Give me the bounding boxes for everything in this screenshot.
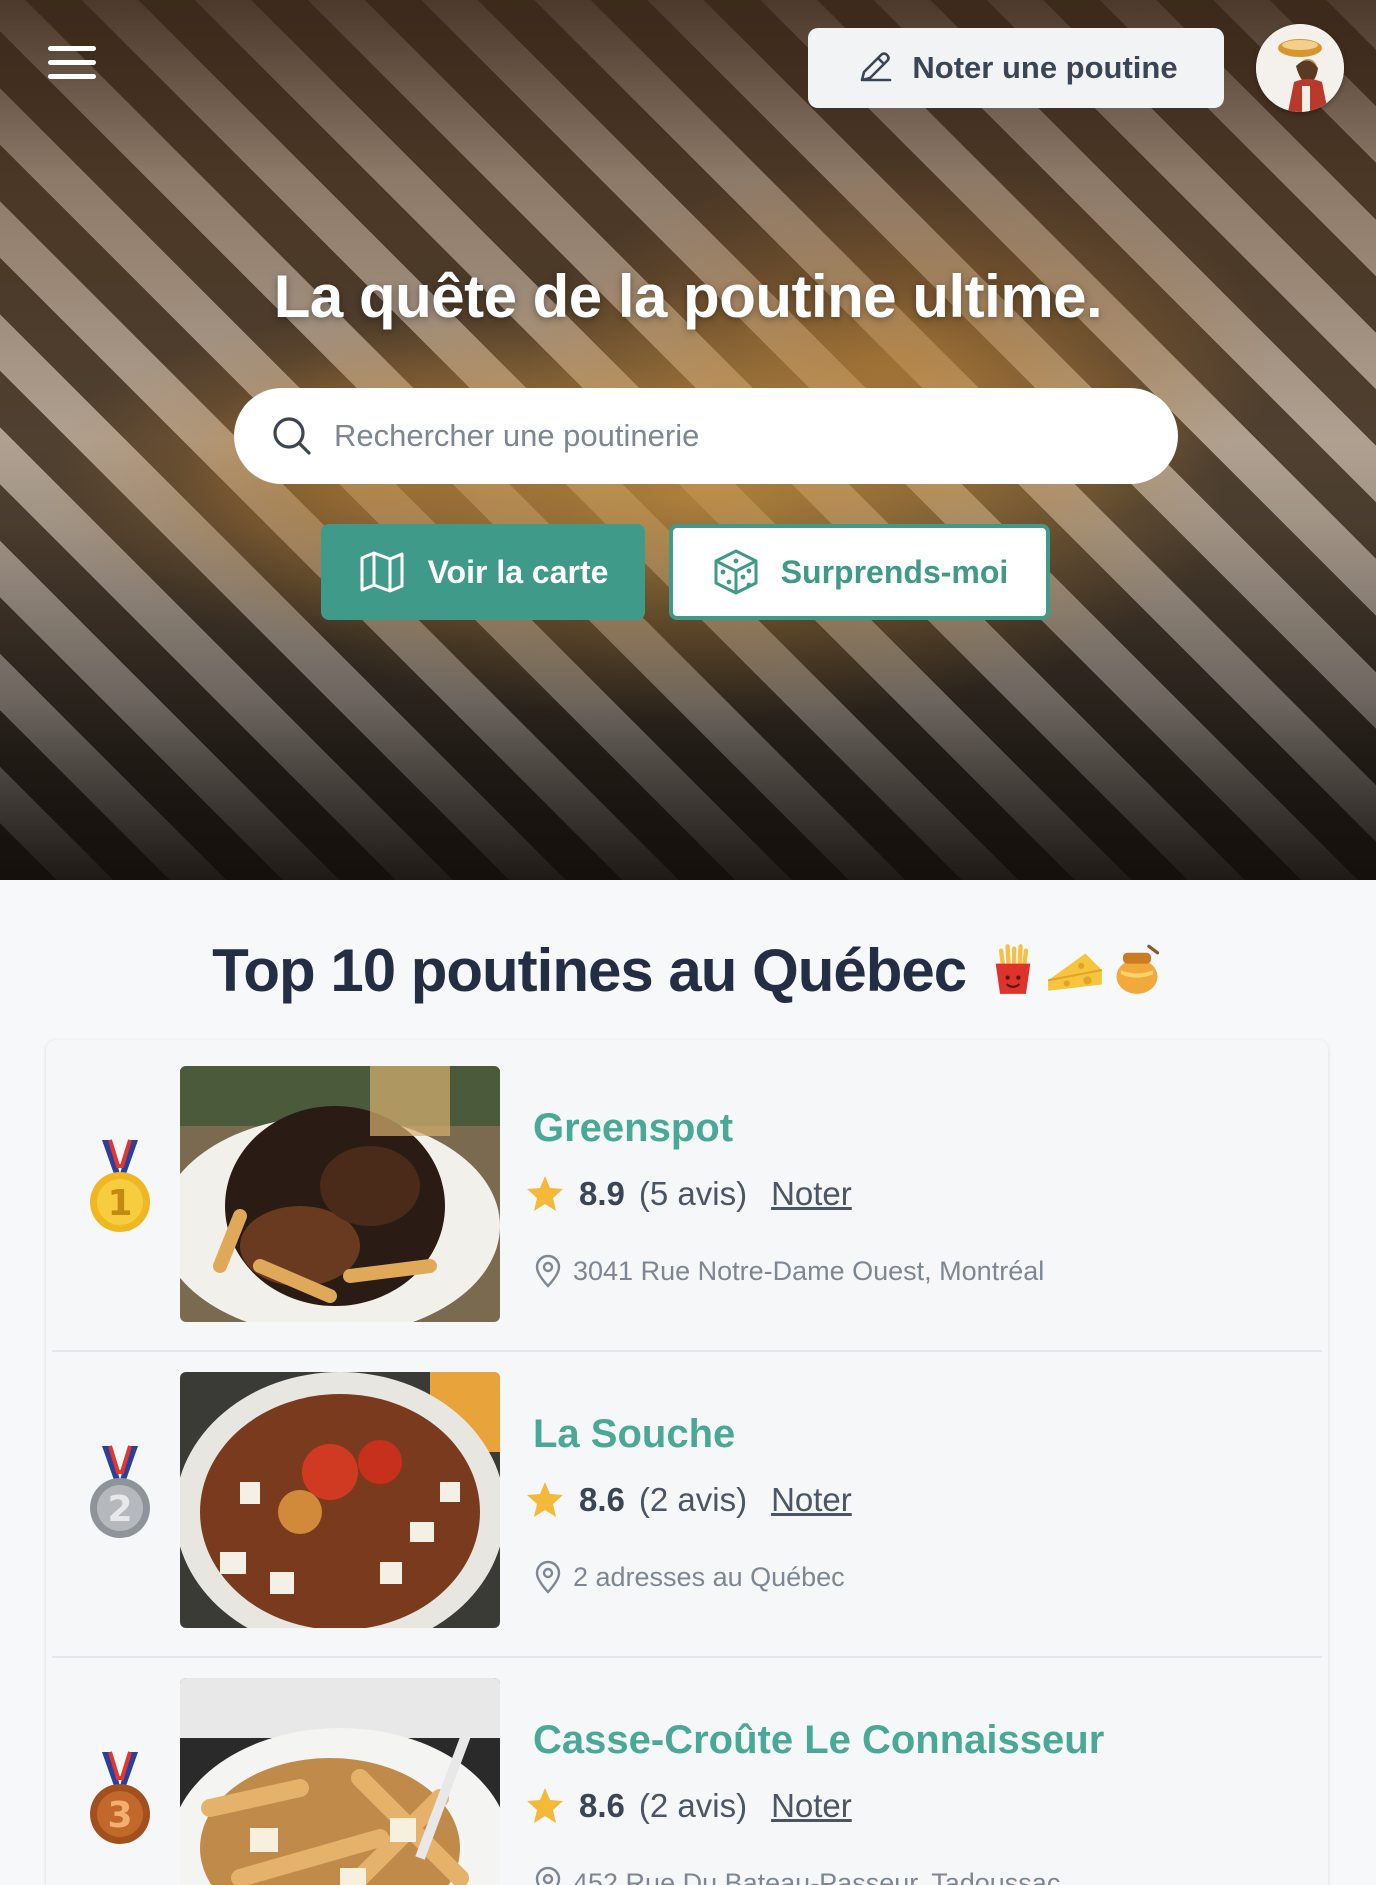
- bronze-medal-icon: 3: [88, 1748, 152, 1848]
- rating-score: 8.9: [579, 1175, 625, 1212]
- ranking-row[interactable]: 1 Greenspot 8.9 (5 avis) Noter 3041 Rue …: [52, 1046, 1322, 1352]
- dice-icon: [714, 549, 758, 595]
- address: 452 Rue Du Bateau-Passeur, Tadoussac: [533, 1866, 1060, 1885]
- top-ranking-list: 1 Greenspot 8.9 (5 avis) Noter 3041 Rue …: [46, 1040, 1328, 1885]
- surprise-me-label: Surprends-moi: [780, 553, 1009, 590]
- rating: 8.6 (2 avis) Noter: [525, 1786, 852, 1826]
- search-input[interactable]: [334, 418, 1134, 454]
- rate-poutine-label: Noter une poutine: [912, 50, 1178, 85]
- rate-link[interactable]: Noter: [771, 1787, 852, 1825]
- svg-text:3: 3: [107, 1795, 132, 1836]
- restaurant-photo[interactable]: [180, 1066, 500, 1322]
- restaurant-name[interactable]: La Souche: [533, 1412, 735, 1457]
- rate-link[interactable]: Noter: [771, 1175, 852, 1213]
- user-avatar[interactable]: [1256, 24, 1344, 112]
- ranking-row[interactable]: 3 Casse-Croûte Le Connaisseur 8.6 (2 avi…: [52, 1658, 1322, 1885]
- search-bar[interactable]: [234, 388, 1178, 484]
- restaurant-photo[interactable]: [180, 1678, 500, 1885]
- pencil-icon: [861, 52, 892, 82]
- review-count: (5 avis): [638, 1175, 748, 1212]
- rate-link[interactable]: Noter: [771, 1481, 852, 1519]
- rating-score: 8.6: [579, 1787, 625, 1824]
- star-icon: [527, 1176, 563, 1211]
- rating-score: 8.6: [579, 1481, 625, 1518]
- location-pin-icon: [535, 1866, 561, 1885]
- rating: 8.9 (5 avis) Noter: [525, 1174, 852, 1214]
- restaurant-name[interactable]: Casse-Croûte Le Connaisseur: [533, 1718, 1104, 1763]
- address-text: 3041 Rue Notre-Dame Ouest, Montréal: [573, 1255, 1045, 1286]
- address-text: 452 Rue Du Bateau-Passeur, Tadoussac: [573, 1867, 1061, 1885]
- location-pin-icon: [535, 1560, 561, 1594]
- rating: 8.6 (2 avis) Noter: [525, 1480, 852, 1520]
- silver-medal-icon: 2: [88, 1442, 152, 1542]
- view-map-label: Voir la carte: [427, 553, 609, 590]
- svg-text:2: 2: [107, 1489, 132, 1530]
- cheese-icon: [1044, 941, 1106, 1010]
- location-pin-icon: [535, 1254, 561, 1288]
- star-icon: [527, 1788, 563, 1823]
- hero-banner: Noter une poutine La quête de la poutine…: [0, 0, 1376, 880]
- view-map-button[interactable]: Voir la carte: [321, 524, 645, 620]
- gold-medal-icon: 1: [88, 1136, 152, 1236]
- restaurant-photo[interactable]: [180, 1372, 500, 1628]
- review-count: (2 avis): [638, 1481, 748, 1518]
- star-icon: [527, 1482, 563, 1517]
- restaurant-name[interactable]: Greenspot: [533, 1106, 733, 1151]
- address: 2 adresses au Québec: [533, 1560, 845, 1594]
- section-title: Top 10 poutines au Québec: [0, 936, 1376, 1010]
- address: 3041 Rue Notre-Dame Ouest, Montréal: [533, 1254, 1044, 1288]
- rate-poutine-button[interactable]: Noter une poutine: [808, 28, 1224, 108]
- map-icon: [360, 551, 404, 593]
- svg-text:1: 1: [107, 1183, 132, 1224]
- search-icon: [273, 417, 311, 455]
- section-title-text: Top 10 poutines au Québec: [212, 937, 967, 1004]
- honey-pot-icon: [1110, 941, 1164, 1010]
- fries-icon: [986, 941, 1040, 1010]
- address-text: 2 adresses au Québec: [573, 1561, 845, 1592]
- hero-title: La quête de la poutine ultime.: [273, 263, 1103, 330]
- hamburger-menu-icon[interactable]: [48, 46, 104, 90]
- surprise-me-button[interactable]: Surprends-moi: [669, 524, 1050, 620]
- review-count: (2 avis): [638, 1787, 748, 1824]
- ranking-row[interactable]: 2 La Souche 8.6 (2 avis) Noter 2 adresse…: [52, 1352, 1322, 1658]
